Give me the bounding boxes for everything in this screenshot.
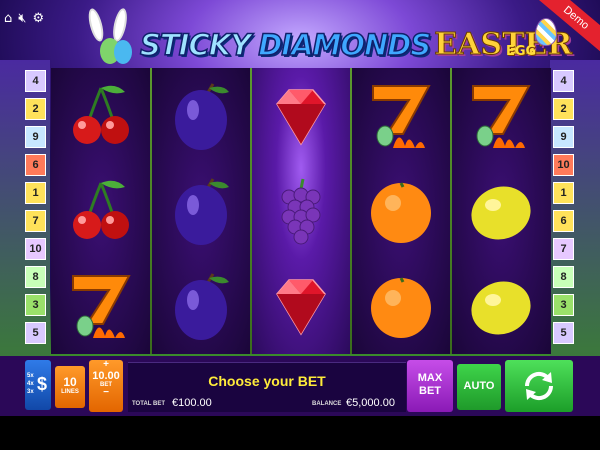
payline-right-7: 7 (553, 238, 574, 260)
payline-left-4: 4 (25, 70, 46, 92)
logo-word-egg: EGG (506, 44, 537, 59)
reel-divider (250, 68, 252, 354)
payline-left-10: 10 (25, 238, 46, 260)
bet-value: 10.00 (92, 370, 120, 382)
payline-right-4: 4 (553, 70, 574, 92)
logo-word-diamonds: DIAMONDS (257, 27, 432, 63)
bet-minus-icon[interactable]: − (89, 388, 123, 398)
orange-symbol-icon (351, 258, 451, 353)
cherry-symbol-icon (51, 68, 151, 163)
reel-5 (451, 68, 551, 354)
home-icon[interactable]: ⌂ (4, 12, 12, 26)
grapes-symbol-icon (251, 163, 351, 258)
payline-right-5: 5 (553, 322, 574, 344)
easter-egg-icon (535, 18, 557, 46)
payline-left-7: 7 (25, 210, 46, 232)
bet-plus-icon[interactable]: + (89, 360, 123, 370)
coin-value-button[interactable]: 5x 4x 3x $ (25, 360, 51, 410)
seven-symbol-icon (451, 68, 551, 163)
balance-value: €5,000.00 (346, 397, 395, 409)
control-bar: 5x 4x 3x $ 10 LINES + 10.00 BET − Choose… (0, 356, 600, 416)
payline-indicators-right: 4 2 9 10 1 6 7 8 3 5 (553, 70, 575, 350)
payline-indicators-left: 4 2 9 6 1 7 10 8 3 5 (25, 70, 47, 350)
reel-grid (51, 68, 551, 354)
lines-value: 10 (63, 375, 77, 389)
auto-label: AUTO (463, 380, 495, 392)
payline-right-2: 2 (553, 98, 574, 120)
lines-label: LINES (61, 389, 79, 395)
settings-gear-icon[interactable]: ⚙ (32, 12, 44, 26)
top-icon-bar: ⌂ 🔇︎ ⚙ (4, 12, 44, 26)
payline-right-3: 3 (553, 294, 574, 316)
payline-left-3: 3 (25, 294, 46, 316)
payline-left-8: 8 (25, 266, 46, 288)
spin-button[interactable] (505, 360, 573, 412)
lines-button[interactable]: 10 LINES (55, 366, 85, 408)
reel-divider (450, 68, 452, 354)
reel-2 (151, 68, 251, 354)
dollar-icon: $ (37, 374, 48, 394)
balance-label: BALANCE (312, 401, 342, 407)
max-bet-line2: BET (419, 385, 441, 397)
payline-right-9: 9 (553, 126, 574, 148)
reel-4 (351, 68, 451, 354)
game-stage: ⌂ 🔇︎ ⚙ STICKY DIAMONDS EASTER EGG Demo 4… (0, 0, 600, 416)
seven-symbol-icon (51, 258, 151, 353)
payline-left-9: 9 (25, 126, 46, 148)
logo-word-sticky: STICKY (139, 27, 252, 63)
coin-label-1: 5x (27, 373, 34, 379)
auto-play-button[interactable]: AUTO (457, 364, 501, 410)
reel-3 (251, 68, 351, 354)
max-bet-button[interactable]: MAX BET (407, 360, 453, 412)
game-logo: STICKY DIAMONDS EASTER EGG (139, 14, 573, 63)
payline-left-1: 1 (25, 182, 46, 204)
coin-label-2: 4x (27, 381, 34, 387)
status-message: Choose your BET (208, 373, 326, 389)
reel-divider (350, 68, 352, 354)
spin-arrows-icon (524, 371, 554, 401)
total-bet-label: TOTAL BET (132, 401, 165, 407)
bunny-eggs-decoration (85, 7, 138, 64)
cherry-symbol-icon (51, 163, 151, 258)
speaker-muted-icon[interactable]: 🔇︎ (18, 12, 26, 26)
coin-label-3: 3x (27, 389, 34, 395)
total-bet-value: €100.00 (172, 397, 212, 409)
payline-left-5: 5 (25, 322, 46, 344)
reel-1 (51, 68, 151, 354)
seven-symbol-icon (351, 68, 451, 163)
diamond-symbol-icon (251, 68, 351, 163)
payline-right-10: 10 (553, 154, 574, 176)
lemon-symbol-icon (451, 163, 551, 258)
reel-divider (150, 68, 152, 354)
lemon-symbol-icon (451, 258, 551, 353)
diamond-symbol-icon (251, 258, 351, 353)
max-bet-line1: MAX (417, 372, 443, 384)
payline-right-6: 6 (553, 210, 574, 232)
bet-stepper[interactable]: + 10.00 BET − (89, 360, 123, 412)
plum-symbol-icon (151, 68, 251, 163)
plum-symbol-icon (151, 163, 251, 258)
info-panel: Choose your BET TOTAL BET €100.00 BALANC… (128, 362, 406, 412)
orange-symbol-icon (351, 163, 451, 258)
payline-right-8: 8 (553, 266, 574, 288)
payline-left-2: 2 (25, 98, 46, 120)
payline-right-1: 1 (553, 182, 574, 204)
plum-symbol-icon (151, 258, 251, 353)
payline-left-6: 6 (25, 154, 46, 176)
